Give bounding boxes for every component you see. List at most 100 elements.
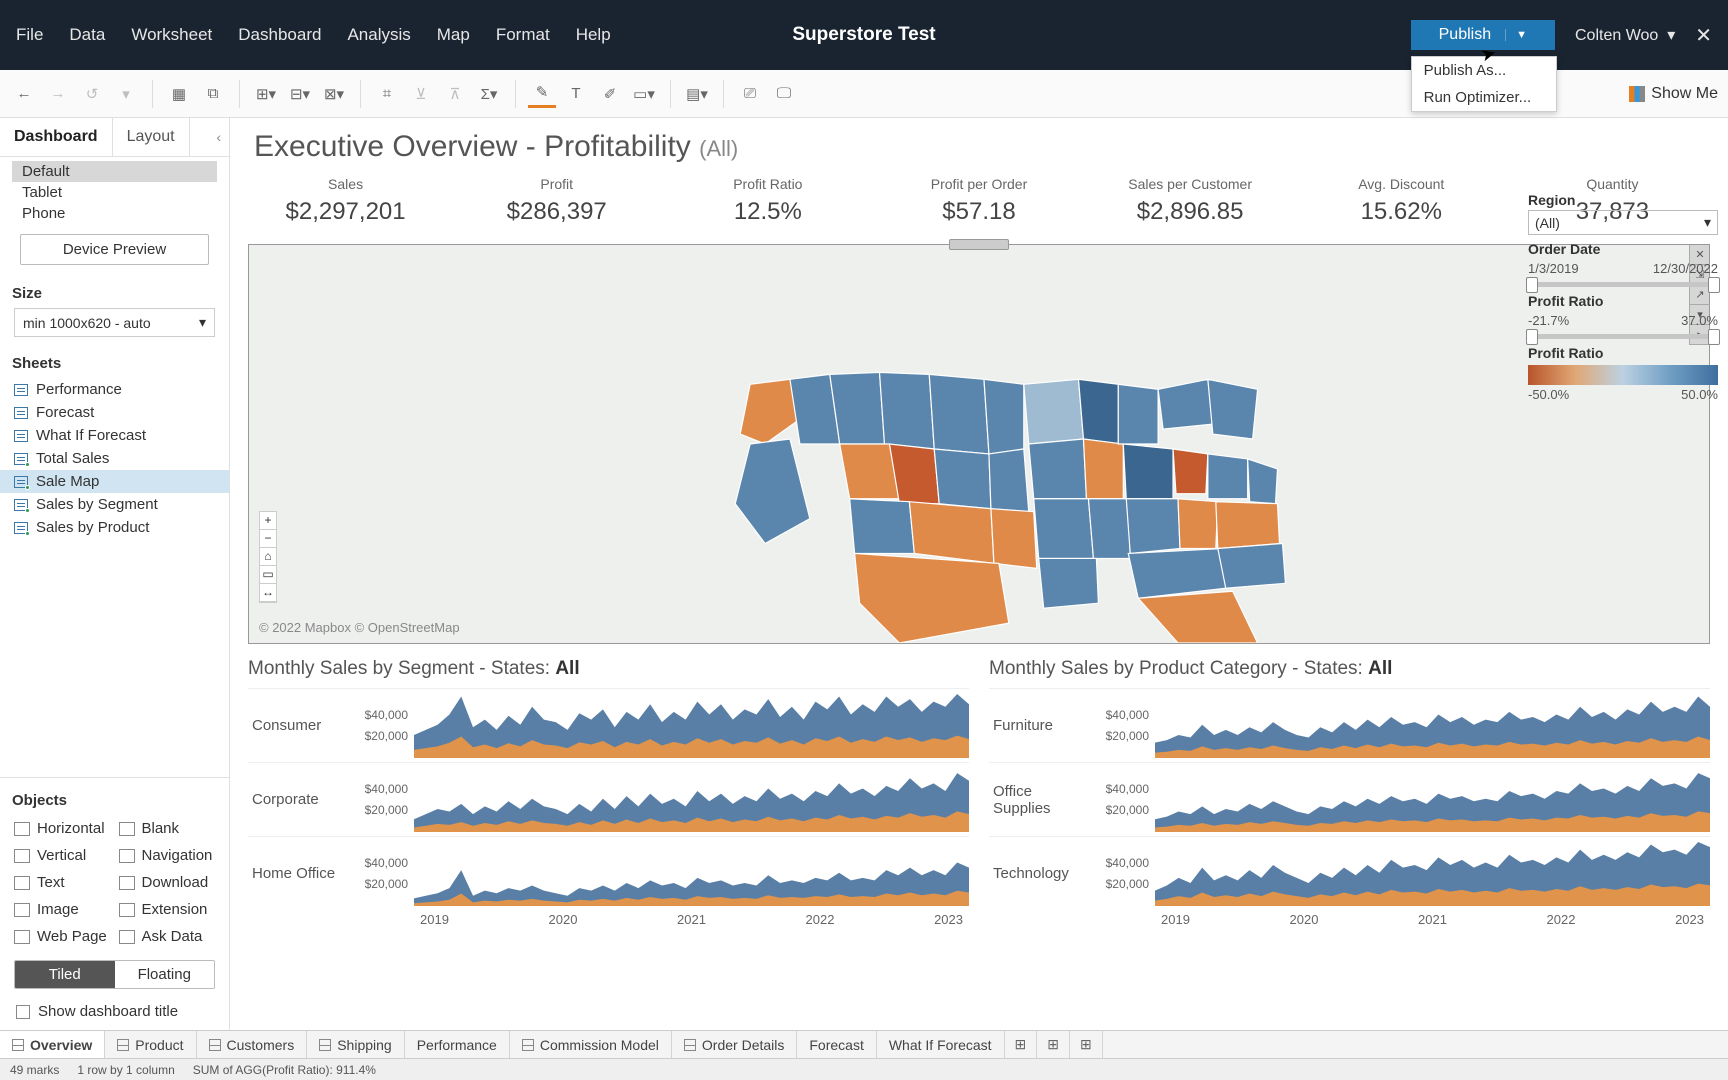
presentation-icon[interactable]: ⎚ [736,80,764,108]
sheet-tab-forecast[interactable]: Forecast [797,1031,876,1058]
sheet-tab-commission-model[interactable]: Commission Model [510,1031,672,1058]
sheet-performance[interactable]: Performance [0,378,229,401]
device-preview-icon[interactable]: 🖵 [770,80,798,108]
left-panel: Dashboard Layout ‹ DefaultTabletPhone De… [0,118,230,1030]
tiled-option[interactable]: Tiled [15,961,115,988]
map-svg [249,245,1709,643]
zoom-in-icon[interactable]: + [260,512,276,530]
show-me-button[interactable]: Show Me [1629,85,1718,103]
device-phone[interactable]: Phone [12,203,217,224]
region-filter-title: Region [1528,192,1718,208]
sigma-icon[interactable]: Σ▾ [475,80,503,108]
object-icon [14,930,30,944]
sort-asc-icon[interactable]: ⊟▾ [286,80,314,108]
device-preview-button[interactable]: Device Preview [20,234,209,265]
sheet-tab-overview[interactable]: Overview [0,1031,105,1058]
zoom-area-icon[interactable]: ▭ [260,566,276,584]
object-blank[interactable]: Blank [119,817,216,840]
region-filter-select[interactable]: (All)▾ [1528,210,1718,235]
object-image[interactable]: Image [14,898,111,921]
chevron-down-icon[interactable]: ▼ [1505,29,1527,41]
objects-grid: Horizontal Blank Vertical Navigation Text Dow… [12,813,217,952]
object-vertical[interactable]: Vertical [14,844,111,867]
show-title-checkbox[interactable]: Show dashboard title [12,997,217,1026]
new-sheet-icon[interactable]: ⊞ [1005,1031,1038,1058]
format-icon[interactable]: ✐ [596,80,624,108]
object-icon [119,903,135,917]
zoom-home-icon[interactable]: ⌂ [260,548,276,566]
cards-icon[interactable]: ▤▾ [683,80,711,108]
back-icon[interactable]: ← [10,80,38,108]
text-icon[interactable]: T [562,80,590,108]
publish-menu-item[interactable]: Run Optimizer... [1412,84,1556,111]
device-default[interactable]: Default [12,161,217,182]
new-dashboard-icon[interactable]: ⊞ [1037,1031,1070,1058]
menu-file[interactable]: File [16,25,43,45]
new-story-icon[interactable]: ⊞ [1070,1031,1103,1058]
sheet-sale-map[interactable]: Sale Map [0,470,229,493]
sheet-tab-shipping[interactable]: Shipping [307,1031,405,1058]
duplicate-sheet-icon[interactable]: ⧉ [199,80,227,108]
drag-handle-icon[interactable] [949,239,1009,250]
menu-map[interactable]: Map [437,25,470,45]
swap-icon[interactable]: ⊞▾ [252,80,280,108]
menu-help[interactable]: Help [576,25,611,45]
menu-dashboard[interactable]: Dashboard [238,25,321,45]
object-horizontal[interactable]: Horizontal [14,817,111,840]
sheet-tab-what-if-forecast[interactable]: What If Forecast [877,1031,1005,1058]
sheet-tab-product[interactable]: Product [105,1031,196,1058]
panel-tab-layout[interactable]: Layout [113,118,190,156]
tiled-floating-toggle[interactable]: Tiled Floating [14,960,215,989]
menu-analysis[interactable]: Analysis [347,25,410,45]
sheet-sales-by-segment[interactable]: Sales by Segment [0,493,229,516]
collapse-panel-icon[interactable]: ‹ [208,121,229,153]
chart-icon [14,407,28,419]
object-download[interactable]: Download [119,871,216,894]
object-navigation[interactable]: Navigation [119,844,216,867]
top-bar: File Data Worksheet Dashboard Analysis Map For… [0,0,1728,70]
sheet-what-if-forecast[interactable]: What If Forecast [0,424,229,447]
chart-icon [14,384,28,396]
size-selector[interactable]: min 1000x620 - auto▾ [14,308,215,337]
panel-tab-dashboard[interactable]: Dashboard [0,118,113,156]
spark-row: Office Supplies$40,000$20,000 [989,762,1710,836]
highlight-icon[interactable]: ✎ [528,80,556,108]
menu-data[interactable]: Data [69,25,105,45]
ratio-slider[interactable] [1528,334,1718,339]
forward-icon[interactable]: → [44,80,72,108]
zoom-out-icon[interactable]: − [260,530,276,548]
group-icon[interactable]: ⌗ [373,80,401,108]
sort-desc-icon[interactable]: ⊠▾ [320,80,348,108]
date-slider[interactable] [1528,282,1718,287]
menu-format[interactable]: Format [496,25,550,45]
sheet-tab-customers[interactable]: Customers [197,1031,308,1058]
object-icon [119,930,135,944]
sheet-tab-order-details[interactable]: Order Details [672,1031,797,1058]
object-icon [14,849,30,863]
ungroup-icon[interactable]: ⊻ [407,80,435,108]
user-menu[interactable]: Colten Woo ▾ [1575,25,1675,45]
device-tablet[interactable]: Tablet [12,182,217,203]
undo-icon[interactable]: ↺ [78,80,106,108]
sale-map[interactable]: ✕ ⇲ ↗ ▾ ▸ + − ⌂ ▭ ↔ © 2022 Mapbox © Open… [248,244,1710,644]
sheet-forecast[interactable]: Forecast [0,401,229,424]
zoom-pan-icon[interactable]: ↔ [260,584,276,602]
object-extension[interactable]: Extension [119,898,216,921]
new-sheet-icon[interactable]: ▦ [165,80,193,108]
floating-option[interactable]: Floating [115,961,215,988]
fit-icon[interactable]: ▭▾ [630,80,658,108]
object-icon [14,876,30,890]
spark-row: Technology$40,000$20,000 [989,836,1710,910]
close-icon[interactable]: ✕ [1695,23,1712,48]
sheet-total-sales[interactable]: Total Sales [0,447,229,470]
sheets-list: PerformanceForecastWhat If ForecastTotal… [0,376,229,541]
object-text[interactable]: Text [14,871,111,894]
object-web-page[interactable]: Web Page [14,925,111,948]
object-ask-data[interactable]: Ask Data [119,925,216,948]
redo-dropdown-icon[interactable]: ▾ [112,80,140,108]
menu-worksheet[interactable]: Worksheet [131,25,212,45]
totals-icon[interactable]: ⊼ [441,80,469,108]
spark-row: Furniture$40,000$20,000 [989,688,1710,762]
sheet-sales-by-product[interactable]: Sales by Product [0,516,229,539]
sheet-tab-performance[interactable]: Performance [405,1031,510,1058]
